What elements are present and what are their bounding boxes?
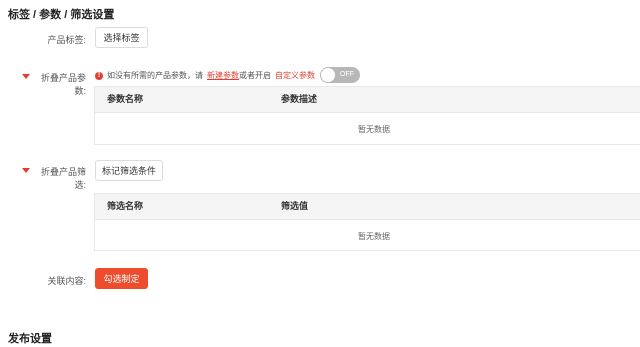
- create-param-link[interactable]: 新建参数: [207, 70, 239, 81]
- mark-filter-button[interactable]: 标记筛选条件: [95, 160, 163, 181]
- filters-table-header: 筛选名称 筛选值: [95, 194, 640, 220]
- params-col-desc: 参数描述: [281, 94, 318, 104]
- filters-table: 筛选名称 筛选值 暂无数据: [94, 193, 640, 251]
- section-title-tags-params-filters: 标签 / 参数 / 筛选设置: [8, 9, 115, 21]
- collapse-params-arrow-icon[interactable]: [22, 74, 30, 79]
- custom-param-toggle[interactable]: OFF: [320, 67, 360, 83]
- custom-param-label: 自定义参数: [275, 71, 315, 80]
- section-title-publish: 发布设置: [8, 333, 52, 345]
- collapse-params-label: 折叠产品参数:: [40, 73, 86, 96]
- filters-col-name: 筛选名称: [107, 201, 144, 211]
- params-hint-mid: 或者开启: [239, 71, 271, 80]
- filters-col-values: 筛选值: [281, 201, 309, 211]
- params-table: 参数名称 参数描述 暂无数据: [94, 86, 640, 145]
- params-col-name: 参数名称: [107, 94, 144, 104]
- select-tags-button[interactable]: 选择标签: [95, 27, 148, 48]
- related-content-label: 关联内容:: [47, 276, 86, 286]
- collapse-filters-arrow-icon[interactable]: [22, 168, 30, 173]
- params-hint: ! 如没有所需的产品参数，请 新建参数 或者开启 自定义参数: [95, 70, 315, 81]
- product-tags-label: 产品标签:: [47, 35, 86, 45]
- params-empty-text: 暂无数据: [358, 125, 390, 134]
- params-table-header: 参数名称 参数描述: [95, 87, 640, 113]
- toggle-knob: [321, 68, 335, 82]
- params-hint-prefix: 如没有所需的产品参数，请: [107, 71, 203, 80]
- select-related-button[interactable]: 勾选制定: [95, 268, 148, 289]
- filters-empty-text: 暂无数据: [358, 232, 390, 241]
- info-icon: !: [95, 71, 103, 80]
- toggle-state-text: OFF: [340, 71, 354, 78]
- collapse-filters-label: 折叠产品筛选:: [40, 167, 86, 190]
